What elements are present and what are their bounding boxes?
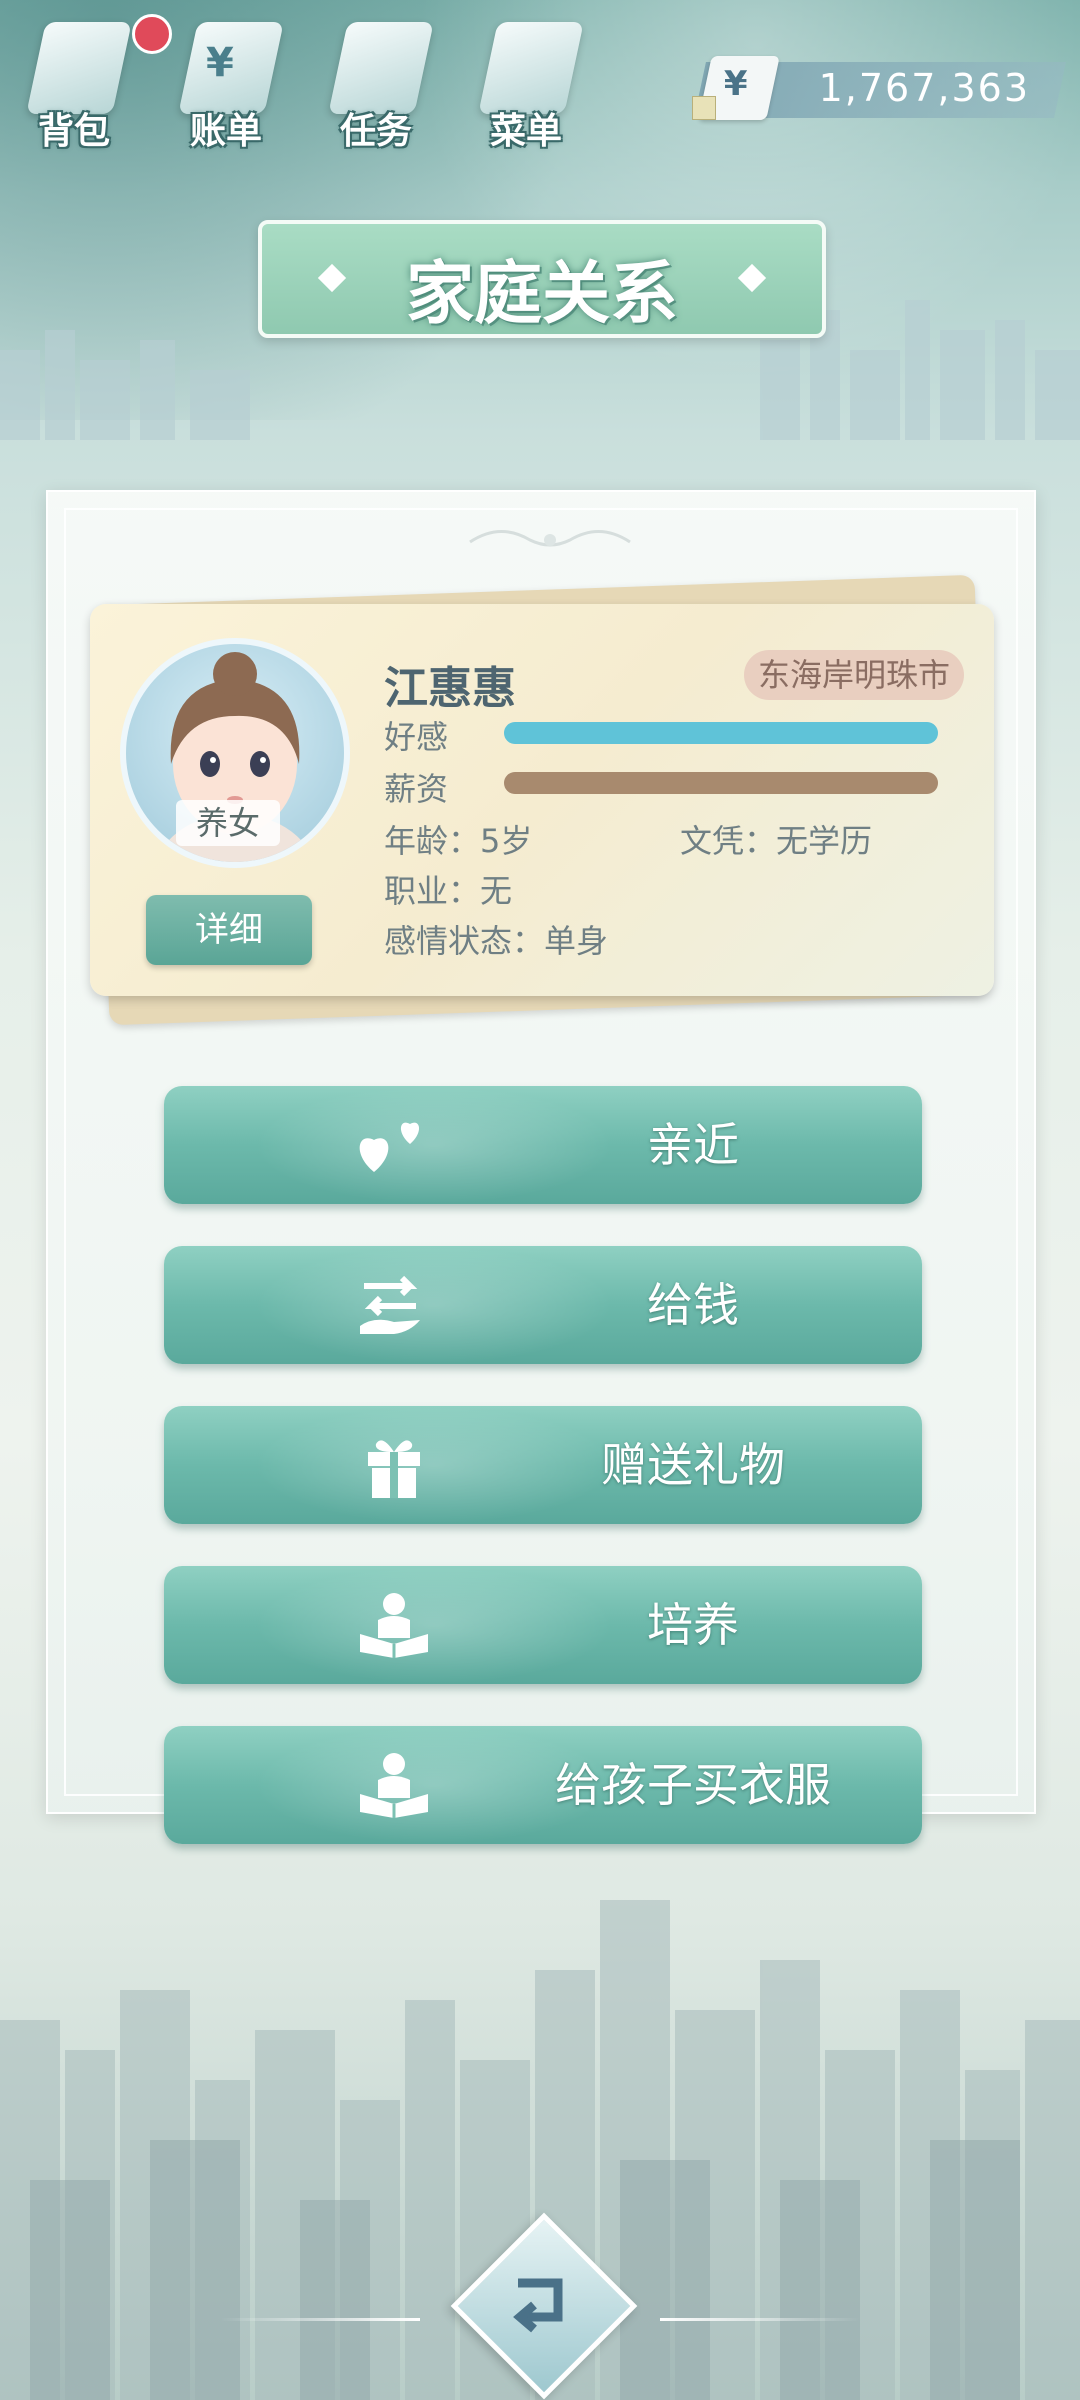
bag-icon bbox=[26, 22, 132, 114]
task-icon bbox=[328, 22, 434, 114]
salary-bar-fill bbox=[504, 772, 938, 794]
action-button-gift[interactable]: 赠送礼物 bbox=[164, 1406, 922, 1524]
yen-glyph: ¥ bbox=[206, 40, 234, 86]
menu-icon bbox=[478, 22, 584, 114]
bill-button[interactable]: ¥ 账单 bbox=[166, 10, 286, 152]
back-arrow-icon bbox=[513, 2278, 563, 2333]
favor-label: 好感 bbox=[384, 718, 449, 756]
deco-line-left bbox=[220, 2318, 420, 2321]
page-title: 家庭关系 bbox=[405, 255, 678, 334]
action-label: 给孩子买衣服 bbox=[555, 1758, 831, 1812]
action-label: 培养 bbox=[647, 1598, 739, 1652]
reading-child-icon bbox=[360, 1593, 428, 1658]
detail-button[interactable]: 详细 bbox=[146, 895, 312, 965]
education-text: 文凭：无学历 bbox=[680, 822, 873, 860]
hearts-icon bbox=[359, 1122, 420, 1172]
relationship-status-text: 感情状态：单身 bbox=[384, 922, 609, 960]
action-button-nurture[interactable]: 培养 bbox=[164, 1566, 922, 1684]
salary-label: 薪资 bbox=[384, 770, 449, 808]
task-label: 任务 bbox=[339, 111, 412, 152]
reading-child-icon bbox=[360, 1753, 428, 1818]
action-button-give-money[interactable]: 给钱 bbox=[164, 1246, 922, 1364]
favor-bar bbox=[504, 722, 938, 744]
salary-bar bbox=[504, 772, 938, 794]
menu-label: 菜单 bbox=[489, 111, 562, 152]
title-banner: 家庭关系 bbox=[258, 220, 826, 338]
city-badge: 东海岸明珠市 bbox=[744, 650, 965, 700]
gift-icon bbox=[368, 1440, 420, 1498]
action-label: 赠送礼物 bbox=[601, 1438, 785, 1492]
bill-label: 账单 bbox=[189, 111, 262, 152]
action-label: 亲近 bbox=[647, 1118, 739, 1172]
deco-line-right bbox=[660, 2318, 860, 2321]
bag-label: 背包 bbox=[37, 111, 110, 152]
age-text: 年龄：5岁 bbox=[384, 822, 533, 860]
coin-icon bbox=[692, 96, 716, 120]
relation-tag: 养女 bbox=[176, 800, 280, 846]
money-value: 1,767,363 bbox=[818, 66, 1030, 110]
job-text: 职业：无 bbox=[384, 872, 513, 910]
task-button[interactable]: 任务 bbox=[316, 10, 436, 152]
character-name: 江惠惠 bbox=[384, 663, 516, 714]
menu-button[interactable]: 菜单 bbox=[466, 10, 586, 152]
action-label: 给钱 bbox=[647, 1278, 739, 1332]
flourish-ornament bbox=[469, 530, 631, 547]
give-money-icon bbox=[360, 1275, 420, 1334]
bag-button[interactable]: 背包 bbox=[14, 10, 134, 152]
favor-bar-fill bbox=[504, 722, 938, 744]
action-button-buy-clothes[interactable]: 给孩子买衣服 bbox=[164, 1726, 922, 1844]
action-button-close[interactable]: 亲近 bbox=[164, 1086, 922, 1204]
